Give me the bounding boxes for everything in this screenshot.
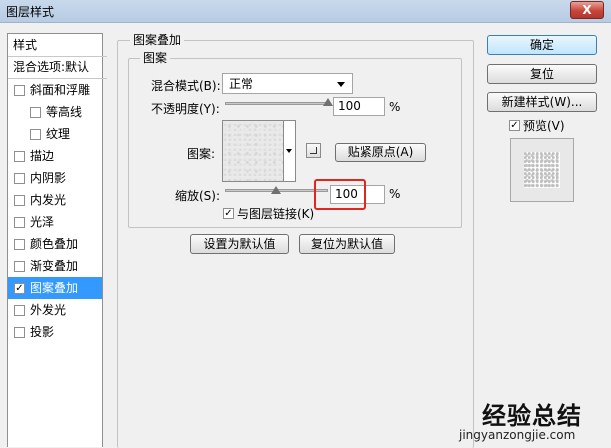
checkbox-texture[interactable] bbox=[30, 129, 41, 140]
link-with-layer-checkbox[interactable]: ✓ bbox=[223, 208, 234, 219]
set-as-default-button[interactable]: 设置为默认值 bbox=[190, 234, 289, 254]
close-icon: X bbox=[582, 3, 592, 17]
checkbox-contour[interactable] bbox=[30, 107, 41, 118]
style-item-label: 描边 bbox=[30, 149, 55, 163]
opacity-slider-track[interactable] bbox=[225, 102, 328, 105]
blend-options-label: 混合选项:默认 bbox=[13, 60, 90, 74]
scale-highlight-annotation bbox=[314, 179, 366, 210]
checkbox-bevel-emboss[interactable] bbox=[14, 85, 25, 96]
new-preset-icon bbox=[310, 147, 317, 154]
style-item-gradient-overlay[interactable]: 渐变叠加 bbox=[8, 255, 102, 277]
style-list-header-label: 样式 bbox=[13, 38, 38, 52]
style-item-inner-glow[interactable]: 内发光 bbox=[8, 189, 102, 211]
style-item-label: 内阴影 bbox=[30, 171, 67, 185]
style-item-label: 渐变叠加 bbox=[30, 259, 79, 273]
pattern-swatch[interactable] bbox=[222, 120, 284, 182]
opacity-label: 不透明度(Y): bbox=[151, 102, 220, 116]
check-icon: ✓ bbox=[15, 283, 24, 294]
checkbox-color-overlay[interactable] bbox=[14, 239, 25, 250]
style-item-label: 光泽 bbox=[30, 215, 55, 229]
title-bar: 图层样式 X bbox=[0, 0, 611, 23]
snap-to-origin-button[interactable]: 贴紧原点(A) bbox=[335, 143, 426, 162]
checkbox-outer-glow[interactable] bbox=[14, 305, 25, 316]
style-item-texture[interactable]: 纹理 bbox=[8, 123, 102, 145]
scale-slider-thumb[interactable] bbox=[270, 186, 281, 194]
close-button[interactable]: X bbox=[570, 1, 604, 19]
opacity-percent-sign: % bbox=[389, 100, 401, 114]
check-icon: ✓ bbox=[224, 208, 233, 219]
style-item-drop-shadow[interactable]: 投影 bbox=[8, 321, 102, 343]
scale-percent-sign: % bbox=[389, 187, 401, 201]
style-item-stroke[interactable]: 描边 bbox=[8, 145, 102, 167]
blend-mode-label: 混合模式(B): bbox=[151, 79, 221, 93]
link-with-layer-label: 与图层链接(K) bbox=[237, 207, 315, 221]
style-item-color-overlay[interactable]: 颜色叠加 bbox=[8, 233, 102, 255]
checkbox-stroke[interactable] bbox=[14, 151, 25, 162]
pattern-label: 图案: bbox=[187, 147, 216, 161]
watermark-url: jingyanzongjie.com bbox=[459, 428, 576, 442]
pattern-subgroup-title: 图案 bbox=[140, 49, 171, 66]
style-item-label: 投影 bbox=[30, 325, 55, 339]
style-item-label: 外发光 bbox=[30, 303, 67, 317]
checkbox-drop-shadow[interactable] bbox=[14, 327, 25, 338]
style-item-label: 图案叠加 bbox=[30, 281, 79, 295]
create-preset-button[interactable] bbox=[306, 143, 321, 158]
opacity-slider-thumb[interactable] bbox=[323, 98, 333, 106]
style-item-contour[interactable]: 等高线 bbox=[8, 101, 102, 123]
preview-label: 预览(V) bbox=[523, 119, 565, 133]
watermark-logo: 经验总结 bbox=[482, 402, 582, 430]
style-item-label: 等高线 bbox=[46, 105, 83, 119]
style-item-label: 纹理 bbox=[46, 127, 71, 141]
chevron-down-icon bbox=[286, 149, 292, 153]
style-item-label: 内发光 bbox=[30, 193, 67, 207]
ok-button[interactable]: 确定 bbox=[487, 35, 597, 55]
check-icon: ✓ bbox=[510, 120, 519, 131]
pattern-picker-toggle[interactable] bbox=[284, 120, 296, 182]
reset-to-default-button[interactable]: 复位为默认值 bbox=[299, 234, 395, 254]
style-item-pattern-overlay[interactable]: ✓ 图案叠加 bbox=[8, 277, 102, 299]
checkbox-satin[interactable] bbox=[14, 217, 25, 228]
style-item-inner-shadow[interactable]: 内阴影 bbox=[8, 167, 102, 189]
style-list: 样式 混合选项:默认 斜面和浮雕 等高线 纹理 描边 内阴影 内发光 光泽 颜色… bbox=[7, 33, 107, 447]
style-list-header[interactable]: 样式 bbox=[8, 34, 107, 57]
style-item-label: 斜面和浮雕 bbox=[30, 83, 91, 97]
checkbox-pattern-overlay[interactable]: ✓ bbox=[14, 283, 25, 294]
checkbox-inner-shadow[interactable] bbox=[14, 173, 25, 184]
new-style-button[interactable]: 新建样式(W)... bbox=[487, 92, 597, 112]
pattern-overlay-group-title: 图案叠加 bbox=[130, 31, 185, 48]
checkbox-gradient-overlay[interactable] bbox=[14, 261, 25, 272]
scale-label: 缩放(S): bbox=[175, 189, 221, 203]
reset-button[interactable]: 复位 bbox=[487, 64, 597, 84]
preview-pattern bbox=[524, 152, 560, 188]
style-item-outer-glow[interactable]: 外发光 bbox=[8, 299, 102, 321]
window-title: 图层样式 bbox=[6, 5, 55, 19]
preview-checkbox[interactable]: ✓ bbox=[509, 120, 520, 131]
checkbox-inner-glow[interactable] bbox=[14, 195, 25, 206]
blend-mode-value: 正常 bbox=[229, 77, 254, 91]
blend-mode-select[interactable]: 正常 bbox=[222, 73, 353, 94]
opacity-input[interactable]: 100 bbox=[333, 97, 385, 116]
style-list-blend-options[interactable]: 混合选项:默认 bbox=[8, 56, 107, 79]
style-item-label: 颜色叠加 bbox=[30, 237, 79, 251]
style-item-satin[interactable]: 光泽 bbox=[8, 211, 102, 233]
style-preview-thumbnail bbox=[510, 138, 574, 202]
style-item-bevel-emboss[interactable]: 斜面和浮雕 bbox=[8, 79, 102, 101]
chevron-down-icon bbox=[337, 82, 345, 87]
